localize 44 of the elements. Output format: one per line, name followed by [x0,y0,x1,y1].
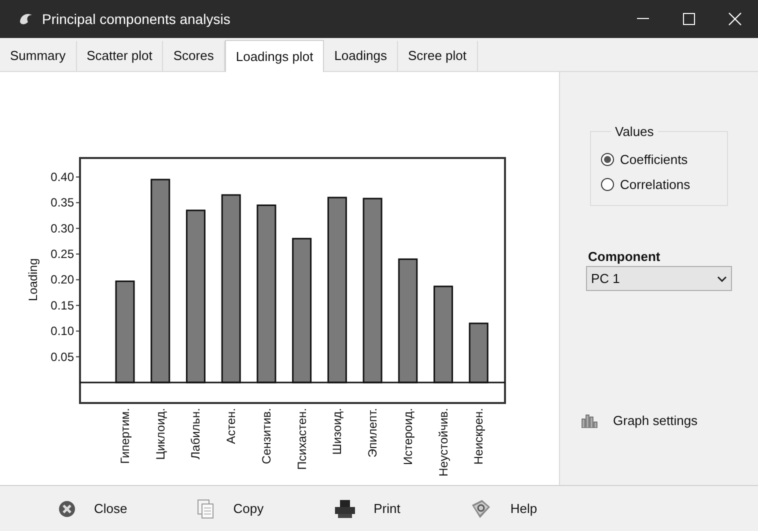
close-icon [58,500,76,518]
radio-button[interactable] [601,152,614,166]
bar-chart-icon [581,414,599,428]
x-tick-label: Лабильн. [188,408,203,460]
y-tick-label: 0.35 [50,196,74,210]
radio-label: Coefficients [620,150,688,168]
y-tick-label: 0.30 [50,221,74,236]
document-copy-icon [197,498,216,518]
tab[interactable]: Loadings plot [224,40,324,72]
maximize-icon [683,13,695,25]
y-tick-label: 0.20 [50,272,74,287]
x-tick-label: Эпилепт. [366,408,380,458]
printer-icon [334,498,356,518]
radio-label: Correlations [620,176,690,194]
x-tick-label: Неустойчив. [436,408,450,476]
minimize-icon [637,18,649,20]
y-tick-label: 0.15 [50,298,74,312]
x-tick-label: Гипертим. [118,408,132,464]
toolbar-button[interactable]: Copy [197,498,264,518]
y-tick-label: 0.05 [50,350,74,364]
radio-button[interactable] [601,178,614,192]
x-tick-label: Неискрен. [472,408,486,465]
x-tick-label: Шизоид. [330,408,344,455]
group-title: Values [614,123,655,141]
x-tick-label: Истероид. [400,408,415,466]
toolbar-button[interactable]: Help [470,498,538,518]
graph-settings-button[interactable]: Graph settings [581,411,732,430]
chevron-down-icon [717,276,727,282]
app-logo-icon [18,12,34,26]
toolbar-button[interactable]: Close [58,498,128,518]
component-dropdown[interactable]: PC 1 [586,266,732,291]
y-tick-label: 0.25 [50,247,74,262]
close-icon [728,12,742,26]
y-axis-title: Loading [26,258,40,302]
help-book-icon [470,498,492,518]
toolbar-button[interactable]: Print [334,498,400,518]
window-title: Principal components analysis [42,10,230,29]
y-tick-label: 0.10 [50,324,74,338]
x-tick-label: Циклоид. [153,408,168,460]
y-tick-label: 0.40 [50,170,74,184]
x-tick-label: Сензитив. [259,408,274,464]
component-label: Component [588,248,662,266]
x-tick-label: Астен. [224,408,238,444]
x-tick-label: Психастен. [294,408,309,470]
